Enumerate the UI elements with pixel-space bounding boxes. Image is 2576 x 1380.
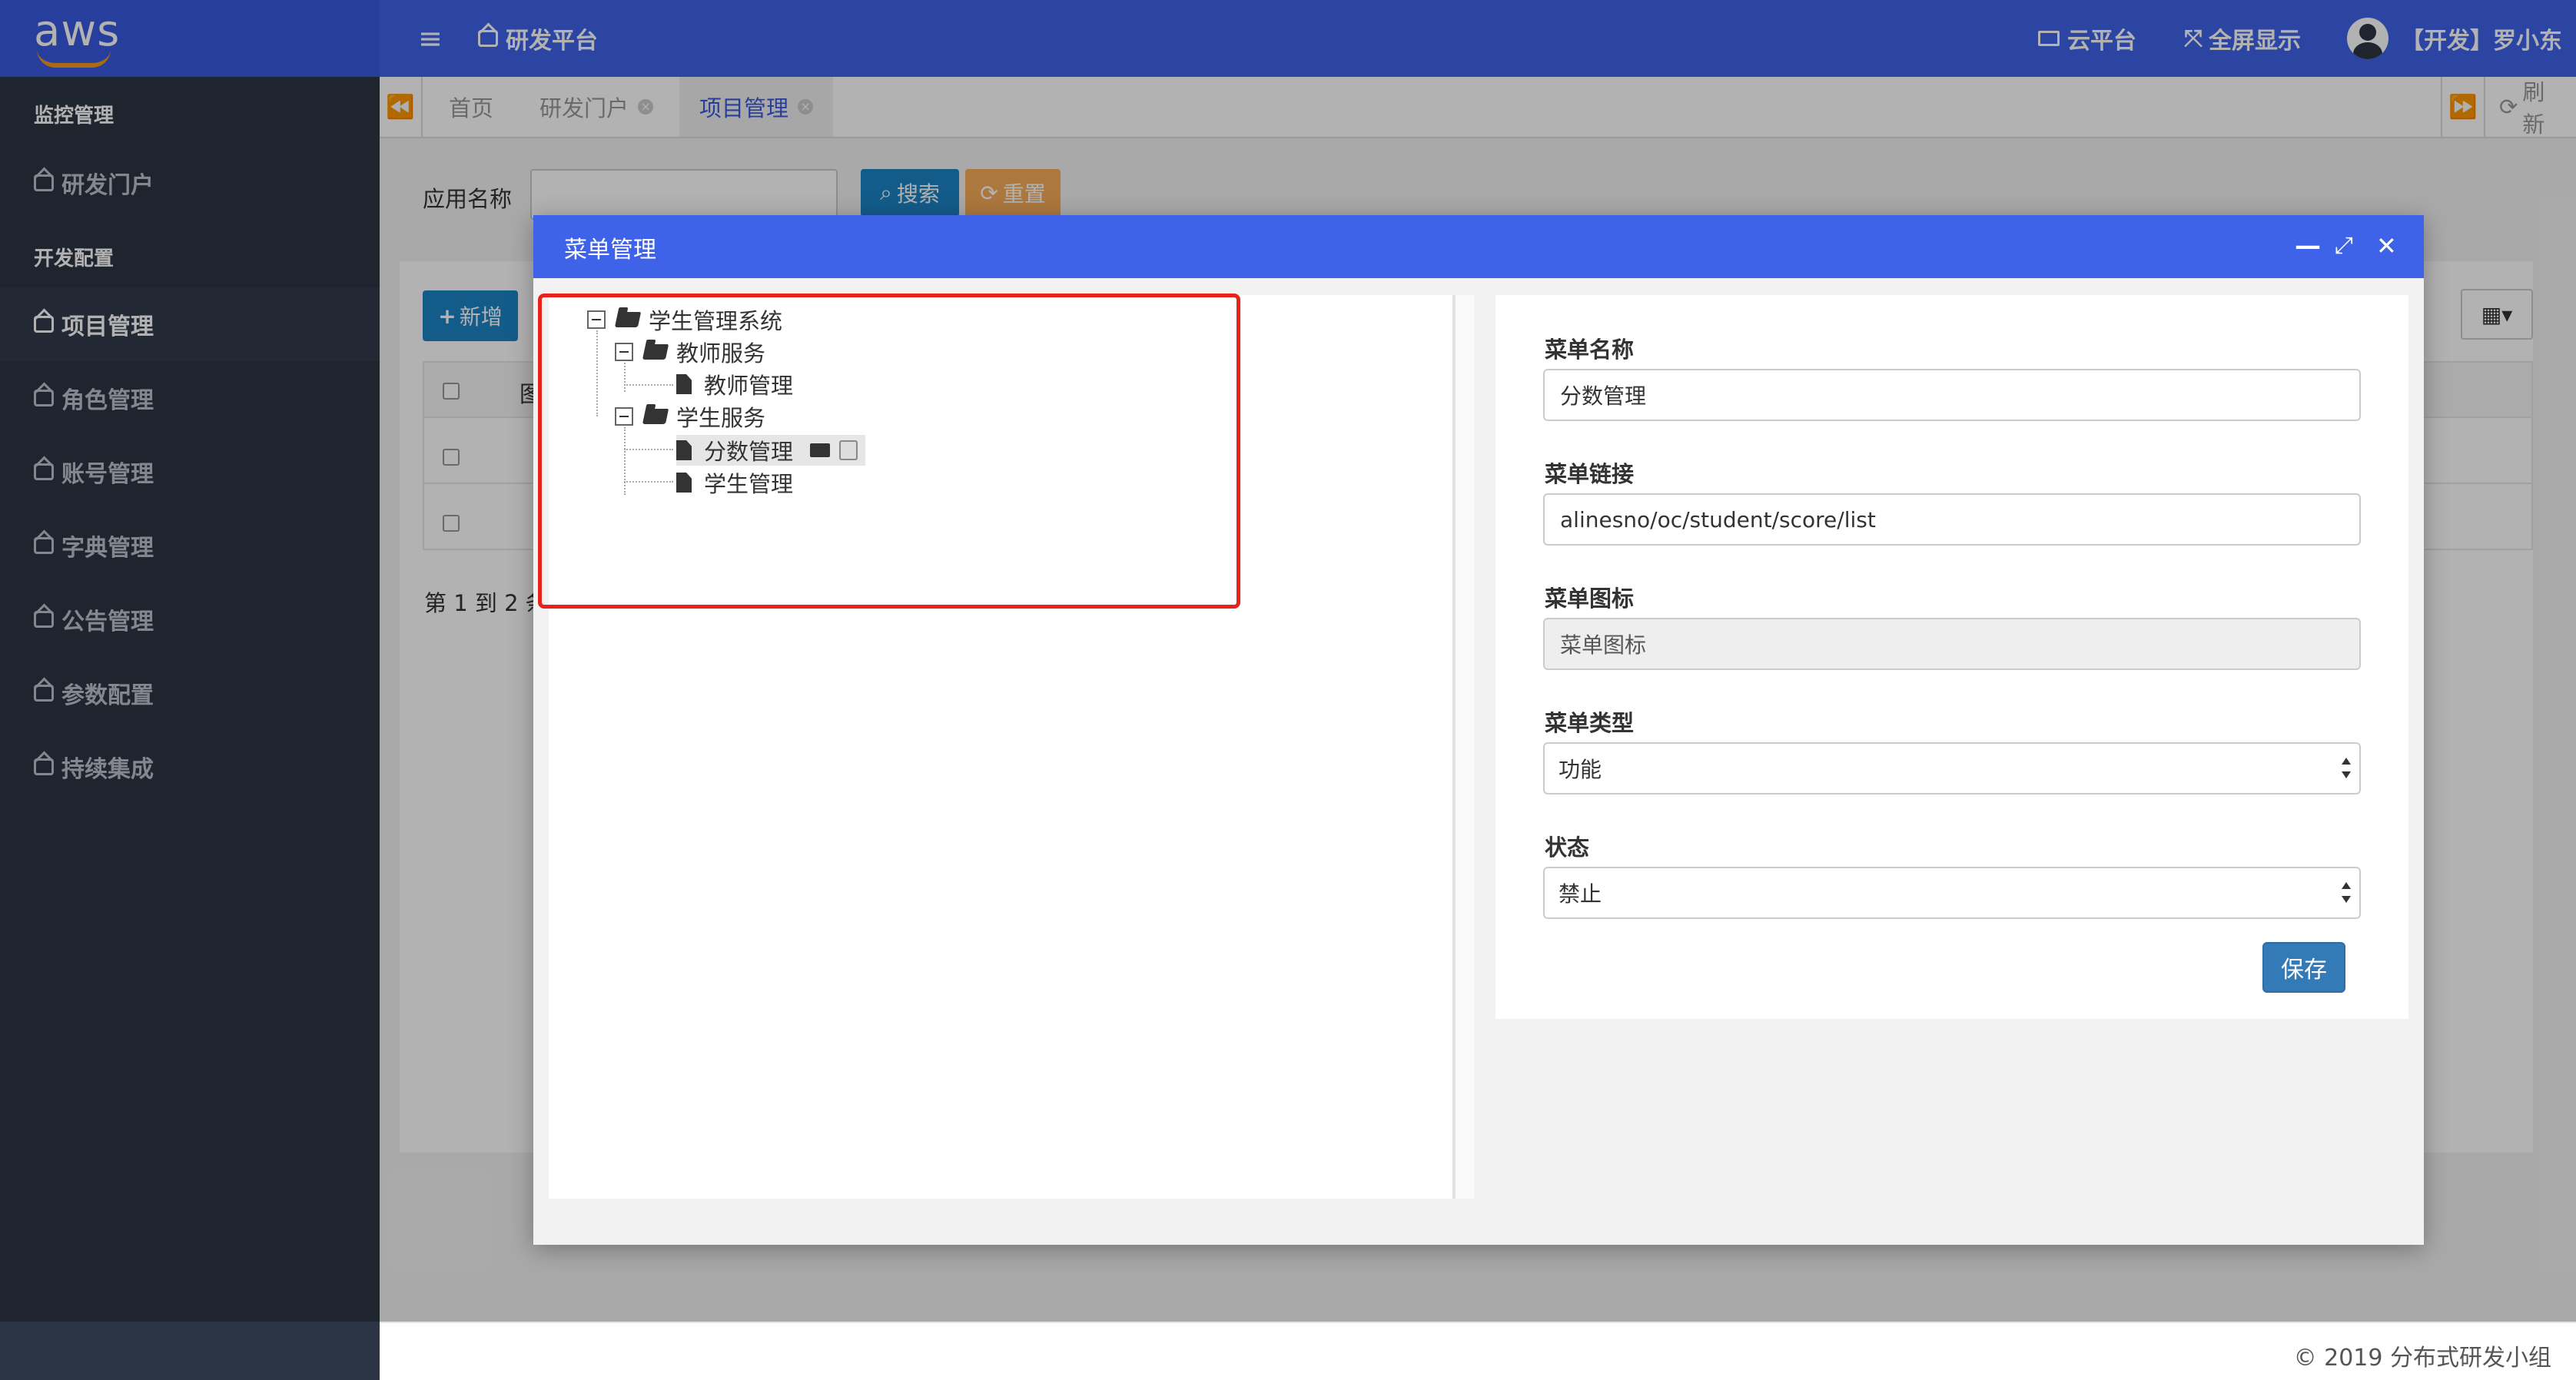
select-arrows-icon: [2341, 758, 2352, 781]
select-arrows-icon: [2341, 882, 2352, 905]
menu-type-select[interactable]: 功能: [1543, 742, 2361, 794]
status-select[interactable]: 禁止: [1543, 867, 2361, 919]
footer: [380, 1322, 2576, 1380]
status-label: 状态: [1545, 834, 1590, 861]
footer-copyright: © 2019 分布式研发小组: [2293, 1345, 2551, 1372]
modal-header: [533, 215, 2424, 278]
menu-name-label: 菜单名称: [1545, 337, 1635, 363]
save-button[interactable]: 保存: [2262, 942, 2345, 993]
menu-icon-label: 菜单图标: [1545, 586, 1635, 612]
menu-type-label: 菜单类型: [1545, 710, 1635, 736]
menu-type-value: 功能: [1559, 757, 1602, 782]
menu-link-input[interactable]: alinesno/oc/student/score/list: [1543, 493, 2361, 546]
modal-title: 菜单管理: [564, 237, 656, 264]
annotation-highlight-box: [538, 294, 1240, 609]
status-value: 禁止: [1559, 881, 1602, 907]
menu-name-input[interactable]: 分数管理: [1543, 369, 2361, 421]
menu-icon-input[interactable]: 菜单图标: [1543, 618, 2361, 670]
minimize-icon[interactable]: —: [2295, 231, 2321, 261]
menu-link-label: 菜单链接: [1545, 461, 1635, 487]
tree-scrollbar[interactable]: [1454, 295, 1474, 1199]
maximize-icon[interactable]: ⤢: [2335, 231, 2353, 261]
close-icon[interactable]: ✕: [2376, 231, 2397, 261]
